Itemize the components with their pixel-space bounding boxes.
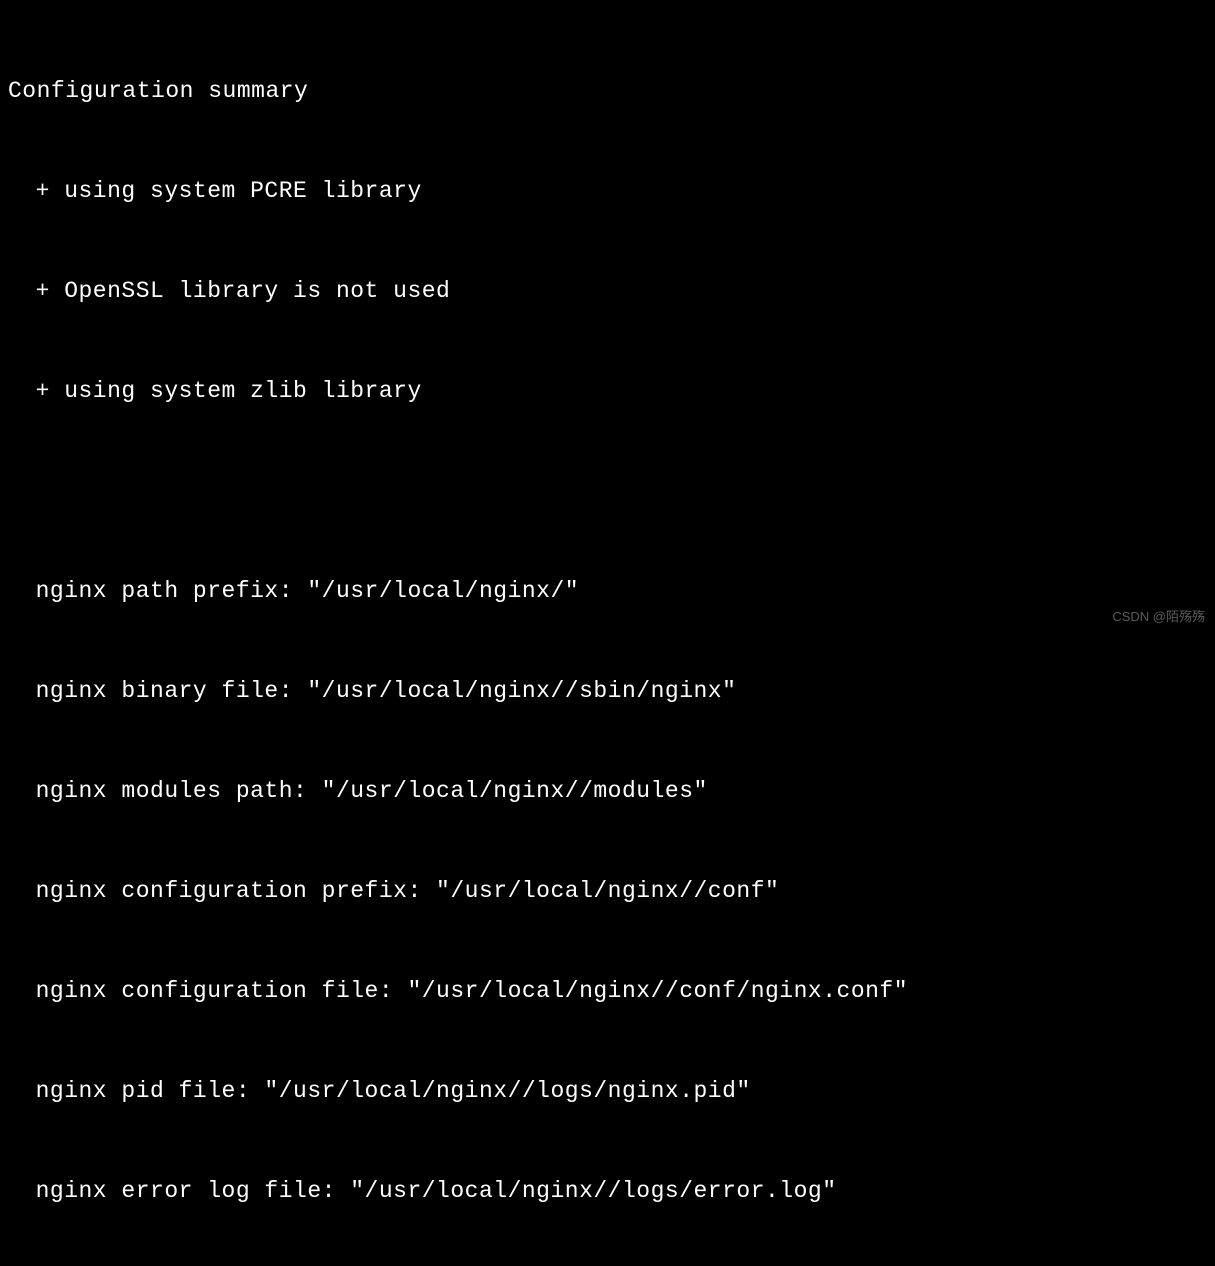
- summary-item: + using system zlib library: [8, 375, 1207, 408]
- config-line: nginx configuration prefix: "/usr/local/…: [8, 875, 1207, 908]
- summary-item: + using system PCRE library: [8, 175, 1207, 208]
- watermark: CSDN @陌殇殇: [1112, 608, 1205, 627]
- terminal-output: Configuration summary + using system PCR…: [8, 8, 1207, 1266]
- config-header: Configuration summary: [8, 75, 1207, 108]
- config-line: nginx pid file: "/usr/local/nginx//logs/…: [8, 1075, 1207, 1108]
- config-line: nginx path prefix: "/usr/local/nginx/": [8, 575, 1207, 608]
- config-line: nginx binary file: "/usr/local/nginx//sb…: [8, 675, 1207, 708]
- config-line: nginx modules path: "/usr/local/nginx//m…: [8, 775, 1207, 808]
- summary-item: + OpenSSL library is not used: [8, 275, 1207, 308]
- blank-line: [8, 475, 1207, 508]
- config-line: nginx configuration file: "/usr/local/ng…: [8, 975, 1207, 1008]
- config-line: nginx error log file: "/usr/local/nginx/…: [8, 1175, 1207, 1208]
